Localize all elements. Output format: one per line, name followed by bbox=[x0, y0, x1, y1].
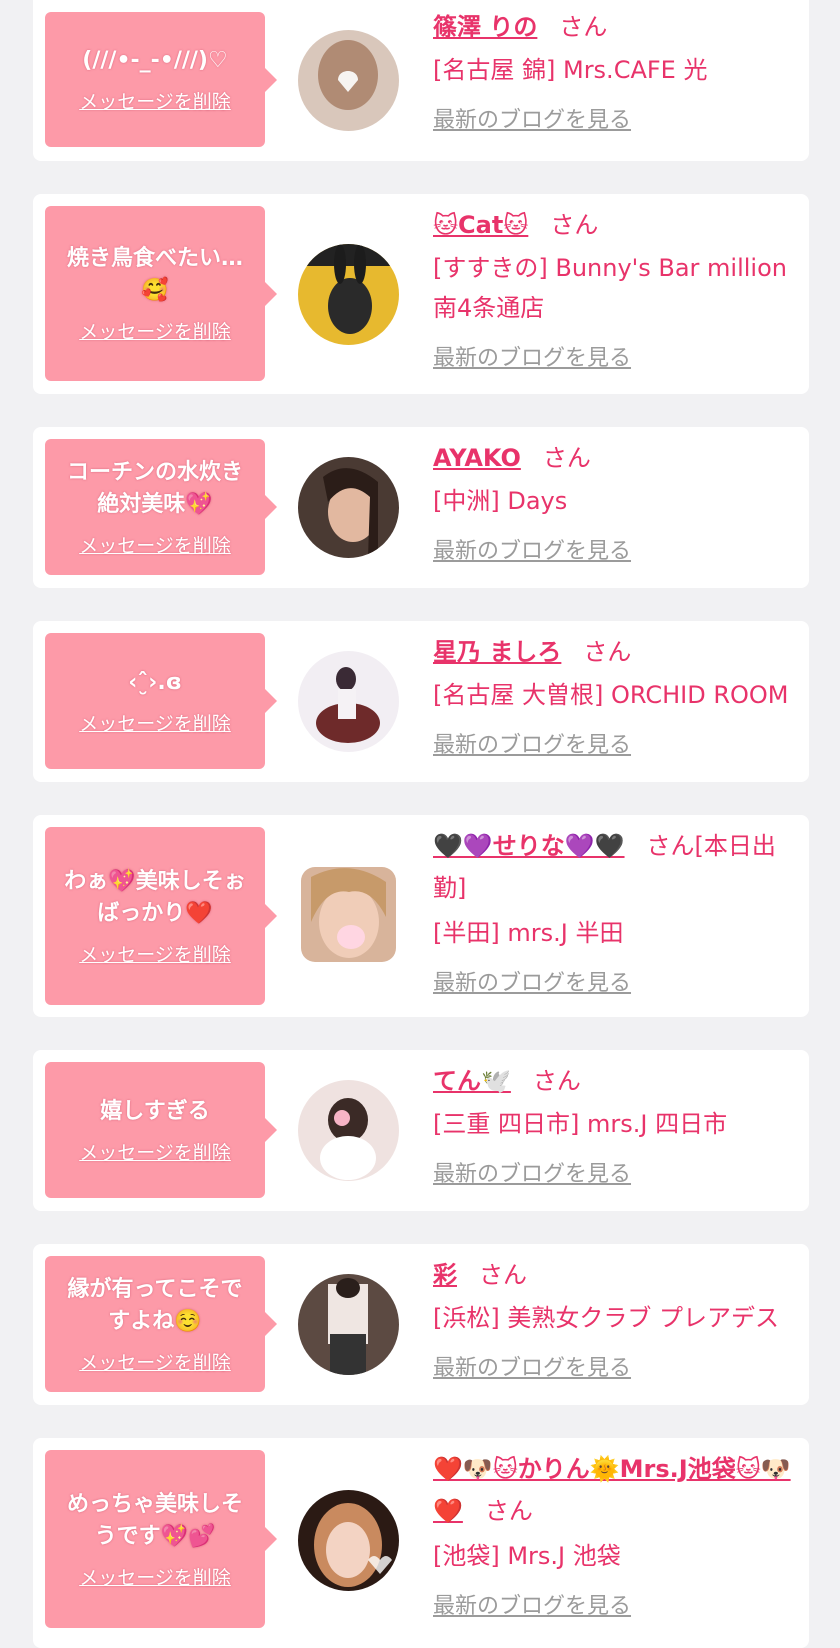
message-text: わぁ💖美味しそぉ ばっかり❤️ bbox=[64, 868, 246, 926]
name-line: 星乃 ましろ さん bbox=[433, 633, 795, 671]
avatar[interactable] bbox=[298, 457, 399, 558]
message-card: ‹ˆ̮›.ɞ メッセージを削除 星乃 ましろ さん [名古屋 大曽根] ORCHI… bbox=[33, 621, 809, 782]
honorific: さん bbox=[559, 13, 608, 41]
message-bubble: 縁が有ってこそで すよね☺️ メッセージを削除 bbox=[45, 1256, 277, 1392]
shop-label: [半田] mrs.J 半田 bbox=[433, 919, 624, 947]
latest-blog-link[interactable]: 最新のブログを見る bbox=[433, 1350, 631, 1382]
message-text: 縁が有ってこそで すよね☺️ bbox=[67, 1276, 243, 1334]
avatar[interactable] bbox=[298, 1080, 399, 1181]
name-line: ❤️🐶🐱かりん🌞Mrs.J池袋🐱🐶❤️ さん bbox=[433, 1448, 795, 1532]
latest-blog-link[interactable]: 最新のブログを見る bbox=[433, 102, 631, 134]
message-card: 焼き鳥食べたい… 🥰 メッセージを削除 🐱Cat🐱 さん [すすきの] Bunny… bbox=[33, 194, 809, 394]
message-card: わぁ💖美味しそぉ ばっかり❤️ メッセージを削除 🖤💜せりな💜🖤 さん[本日出勤]… bbox=[33, 815, 809, 1017]
cast-name-link[interactable]: AYAKO bbox=[433, 444, 521, 472]
latest-blog-link[interactable]: 最新のブログを見る bbox=[433, 1588, 631, 1620]
honorific: さん bbox=[583, 638, 632, 666]
cast-name-link[interactable]: 彩 bbox=[433, 1261, 457, 1289]
message-text: 嬉しすぎる bbox=[100, 1098, 210, 1124]
honorific: さん bbox=[479, 1261, 527, 1289]
message-text: ‹ˆ̮›.ɞ bbox=[128, 669, 182, 695]
message-bubble: (///•-_-•///)♡ メッセージを削除 bbox=[45, 12, 277, 147]
avatar[interactable] bbox=[298, 1490, 399, 1591]
name-line: 篠澤 りの さん bbox=[433, 8, 795, 46]
delete-message-link[interactable]: メッセージを削除 bbox=[79, 709, 231, 736]
honorific: さん bbox=[532, 1067, 581, 1095]
latest-blog-link[interactable]: 最新のブログを見る bbox=[433, 1156, 631, 1188]
latest-blog-link[interactable]: 最新のブログを見る bbox=[433, 533, 631, 565]
avatar[interactable] bbox=[301, 867, 396, 962]
cast-name-link[interactable]: 🐱Cat🐱 bbox=[433, 211, 528, 239]
latest-blog-link[interactable]: 最新のブログを見る bbox=[433, 965, 631, 997]
honorific: さん bbox=[550, 211, 599, 239]
delete-message-link[interactable]: メッセージを削除 bbox=[79, 1348, 231, 1375]
shop-label: [三重 四日市] mrs.J 四日市 bbox=[433, 1110, 728, 1138]
latest-blog-link[interactable]: 最新のブログを見る bbox=[433, 340, 631, 372]
shop-label: [池袋] Mrs.J 池袋 bbox=[433, 1542, 621, 1570]
message-card: コーチンの水炊き 絶対美味💖 メッセージを削除 AYAKO さん [中洲] Day… bbox=[33, 427, 809, 588]
message-bubble: ‹ˆ̮›.ɞ メッセージを削除 bbox=[45, 633, 277, 769]
latest-blog-link[interactable]: 最新のブログを見る bbox=[433, 727, 631, 759]
name-line: てん🕊️ さん bbox=[433, 1062, 795, 1100]
message-bubble: めっちゃ美味しそ うです💖💕 メッセージを削除 bbox=[45, 1450, 277, 1628]
avatar[interactable] bbox=[298, 1274, 399, 1375]
avatar[interactable] bbox=[298, 651, 399, 752]
shop-label: [浜松] 美熟女クラブ プレアデス bbox=[433, 1304, 779, 1332]
message-bubble: 焼き鳥食べたい… 🥰 メッセージを削除 bbox=[45, 206, 277, 381]
avatar[interactable] bbox=[298, 30, 399, 131]
shop-label: [中洲] Days bbox=[433, 487, 568, 515]
message-text: めっちゃ美味しそ うです💖💕 bbox=[66, 1491, 243, 1549]
message-bubble: わぁ💖美味しそぉ ばっかり❤️ メッセージを削除 bbox=[45, 827, 277, 1005]
shop-label: [名古屋 大曽根] ORCHID ROOM bbox=[433, 681, 789, 709]
delete-message-link[interactable]: メッセージを削除 bbox=[79, 317, 231, 344]
name-line: 🐱Cat🐱 さん bbox=[433, 206, 795, 244]
cast-name-link[interactable]: 篠澤 りの bbox=[433, 13, 537, 41]
message-text: 焼き鳥食べたい… 🥰 bbox=[66, 246, 243, 303]
cast-name-link[interactable]: 星乃 ましろ bbox=[433, 638, 561, 666]
message-card: めっちゃ美味しそ うです💖💕 メッセージを削除 ❤️🐶🐱かりん🌞Mrs.J池袋🐱… bbox=[33, 1438, 809, 1648]
shop-label: [すすきの] Bunny's Bar million 南4条通店 bbox=[433, 254, 787, 322]
message-card: 嬉しすぎる メッセージを削除 てん🕊️ さん [三重 四日市] mrs.J 四日市… bbox=[33, 1050, 809, 1211]
name-line: 🖤💜せりな💜🖤 さん[本日出勤] bbox=[433, 825, 795, 909]
message-card: 縁が有ってこそで すよね☺️ メッセージを削除 彩さん [浜松] 美熟女クラブ … bbox=[33, 1244, 809, 1405]
message-text: (///•-_-•///)♡ bbox=[82, 48, 228, 73]
message-card: (///•-_-•///)♡ メッセージを削除 篠澤 りの さん [名古屋 錦] … bbox=[33, 0, 809, 161]
delete-message-link[interactable]: メッセージを削除 bbox=[79, 531, 231, 558]
shop-label: [名古屋 錦] Mrs.CAFE 光 bbox=[433, 56, 708, 84]
cast-name-link[interactable]: てん🕊️ bbox=[433, 1067, 511, 1095]
message-list: (///•-_-•///)♡ メッセージを削除 篠澤 りの さん [名古屋 錦] … bbox=[0, 0, 840, 1648]
message-text: コーチンの水炊き 絶対美味💖 bbox=[66, 459, 243, 517]
delete-message-link[interactable]: メッセージを削除 bbox=[79, 1563, 231, 1590]
name-line: AYAKO さん bbox=[433, 439, 795, 477]
honorific: さん bbox=[542, 444, 591, 472]
delete-message-link[interactable]: メッセージを削除 bbox=[79, 940, 231, 967]
message-bubble: 嬉しすぎる メッセージを削除 bbox=[45, 1062, 277, 1198]
name-line: 彩さん bbox=[433, 1256, 795, 1294]
avatar[interactable] bbox=[298, 244, 399, 345]
honorific: さん bbox=[484, 1497, 533, 1525]
delete-message-link[interactable]: メッセージを削除 bbox=[79, 87, 231, 114]
cast-name-link[interactable]: 🖤💜せりな💜🖤 bbox=[433, 832, 625, 860]
delete-message-link[interactable]: メッセージを削除 bbox=[79, 1138, 231, 1165]
message-bubble: コーチンの水炊き 絶対美味💖 メッセージを削除 bbox=[45, 439, 277, 575]
